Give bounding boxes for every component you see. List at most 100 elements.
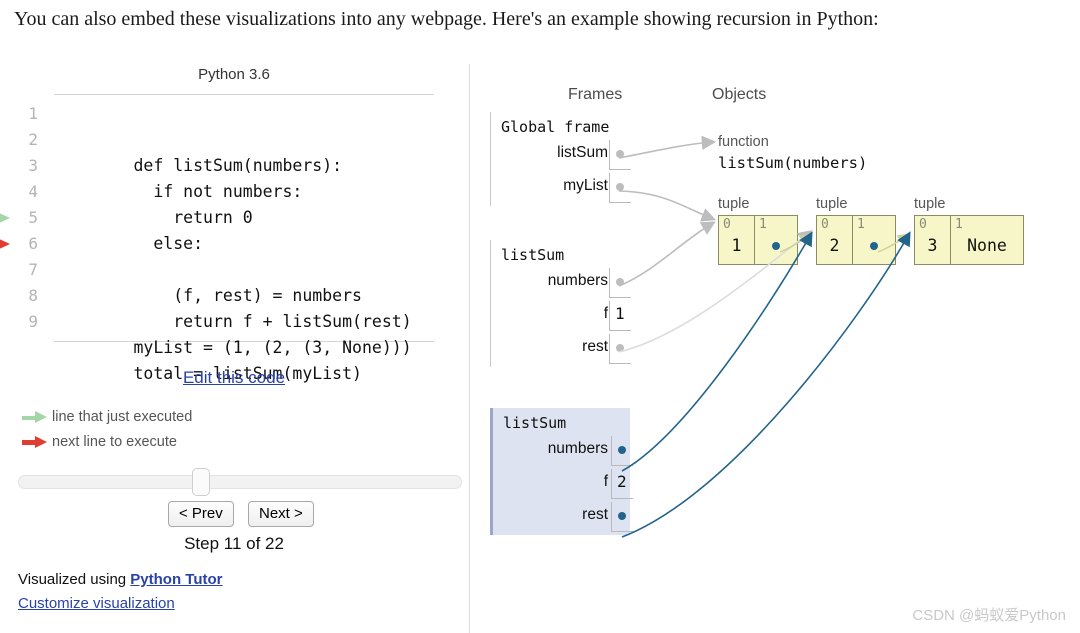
tuple-index: 0: [919, 217, 927, 232]
tuple-value: None: [967, 236, 1007, 255]
frame-variable: f 1: [491, 301, 631, 334]
variable-name: rest: [582, 338, 608, 355]
tuple-index: 1: [759, 217, 767, 232]
line-number: 2: [28, 130, 38, 149]
pointer-dot: [772, 242, 780, 250]
tuple-index: 0: [821, 217, 829, 232]
code-line: 2 if not numbers:: [28, 127, 434, 201]
tuple-type-label: tuple: [816, 196, 848, 212]
line-number: 4: [28, 182, 38, 201]
pointer-dot: [618, 446, 626, 454]
code-line: 8 myList = (1, (2, (3, None))): [28, 283, 434, 357]
intro-sentence: You can also embed these visualizations …: [14, 8, 879, 30]
state-pane: Frames Objects Global frame listSum myLi…: [470, 56, 1080, 633]
just-executed-arrow-icon: [0, 205, 14, 231]
frames-heading: Frames: [568, 86, 623, 103]
tuple-object-1: tuple 0 1 1: [718, 196, 798, 265]
line-number: 9: [28, 312, 38, 331]
tuple-index: 1: [955, 217, 963, 232]
tuple-index: 0: [723, 217, 731, 232]
tuple-object-3: tuple 0 3 1 None: [914, 196, 1024, 265]
code-line-executed: 5 (f, rest) = numbers: [0, 205, 434, 305]
pointer-dot: [618, 512, 626, 520]
function-object-type-label: function: [718, 134, 769, 150]
prev-step-button[interactable]: < Prev: [168, 501, 234, 527]
frame-variable: myList: [491, 173, 631, 206]
frame-title: listSum: [501, 246, 565, 264]
customize-container: Customize visualization: [18, 595, 175, 612]
python-tutor-link[interactable]: Python Tutor: [130, 571, 222, 588]
tuple-cell: 1: [755, 216, 797, 264]
tuple-cell: 1 None: [951, 216, 1023, 264]
legend-label: next line to execute: [52, 434, 177, 450]
variable-name: f: [603, 305, 608, 322]
connector-frame2-numbers: [621, 231, 813, 472]
pointer-dot: [616, 183, 624, 191]
tuple-cell: 1: [853, 216, 895, 264]
pointer-dot: [870, 242, 878, 250]
green-arrow-icon: [20, 406, 50, 428]
red-arrow-icon: [20, 431, 50, 453]
step-counter-label: Step 11 of 22: [184, 534, 284, 553]
line-text: myList = (1, (2, (3, None))): [133, 338, 412, 357]
credit-line: Visualized using Python Tutor: [18, 571, 223, 588]
function-object-signature: listSum(numbers): [718, 154, 868, 172]
stack-frame-global: Global frame listSum myList: [490, 112, 631, 206]
tuple-cell: 0 1: [719, 216, 755, 264]
pointer-dot: [616, 344, 624, 352]
tuple-cell: 0 2: [817, 216, 853, 264]
tuple-value: 1: [731, 236, 742, 255]
variable-value: 2: [617, 472, 627, 491]
tuple-index: 1: [857, 217, 865, 232]
connector-frame2-rest: [621, 231, 911, 538]
next-line-arrow-icon: [0, 231, 14, 257]
stack-frame-listsum-2-active: listSum numbers f 2 rest: [490, 408, 633, 535]
tuple-value: 2: [829, 236, 840, 255]
code-line: 4 else:: [28, 179, 434, 253]
connector-global-listsum: [618, 135, 717, 159]
line-number: 1: [28, 104, 38, 123]
line-number: 8: [28, 286, 38, 305]
stack-frame-listsum-1: listSum numbers f 1 rest: [490, 240, 631, 367]
customize-visualization-link[interactable]: Customize visualization: [18, 595, 175, 612]
edit-this-code-link[interactable]: Edit this code: [183, 368, 285, 387]
connector-global-mylist: [618, 190, 716, 222]
frame-variable: listSum: [491, 140, 631, 173]
tuple-value: 3: [927, 236, 938, 255]
tuple-object-2: tuple 0 2 1: [816, 196, 896, 265]
objects-heading: Objects: [712, 86, 767, 103]
code-line: 7: [28, 257, 434, 283]
connector-frame1-numbers: [618, 221, 716, 287]
tuple-cell: 0 3: [915, 216, 951, 264]
legend-label: line that just executed: [52, 409, 193, 425]
line-number: 5: [28, 208, 38, 227]
variable-name: f: [603, 473, 608, 490]
variable-name: listSum: [557, 144, 608, 161]
step-slider-track[interactable]: [18, 475, 462, 489]
frame-title: listSum: [503, 414, 567, 432]
variable-name: rest: [582, 506, 608, 523]
python-version-label: Python 3.6: [198, 66, 270, 83]
variable-name: myList: [563, 177, 608, 194]
code-line: 9 total = listSum(myList): [28, 309, 434, 383]
code-pane: Python 3.6 1 def listSum(numbers): 2 if …: [0, 56, 468, 633]
code-line-next: 6 return f + listSum(rest): [0, 231, 434, 331]
tuple-type-label: tuple: [914, 196, 946, 212]
line-number: 7: [28, 260, 38, 279]
credit-prefix: Visualized using: [18, 571, 131, 588]
line-number: 6: [28, 234, 38, 253]
code-line: 1 def listSum(numbers):: [28, 101, 434, 175]
code-listing: 1 def listSum(numbers): 2 if not numbers…: [0, 94, 434, 383]
pointer-dot: [616, 150, 624, 158]
pointer-dot: [616, 278, 624, 286]
frame-variable: numbers: [493, 436, 633, 469]
variable-name: numbers: [547, 440, 608, 457]
frame-title: Global frame: [501, 118, 610, 136]
visualizer-container: Python 3.6 1 def listSum(numbers): 2 if …: [0, 56, 1080, 633]
tuple-type-label: tuple: [718, 196, 750, 212]
next-step-button[interactable]: Next >: [248, 501, 314, 527]
frame-variable: rest: [491, 334, 631, 367]
line-number: 3: [28, 156, 38, 175]
code-line: 3 return 0: [28, 153, 434, 227]
step-slider-thumb[interactable]: [192, 468, 210, 496]
